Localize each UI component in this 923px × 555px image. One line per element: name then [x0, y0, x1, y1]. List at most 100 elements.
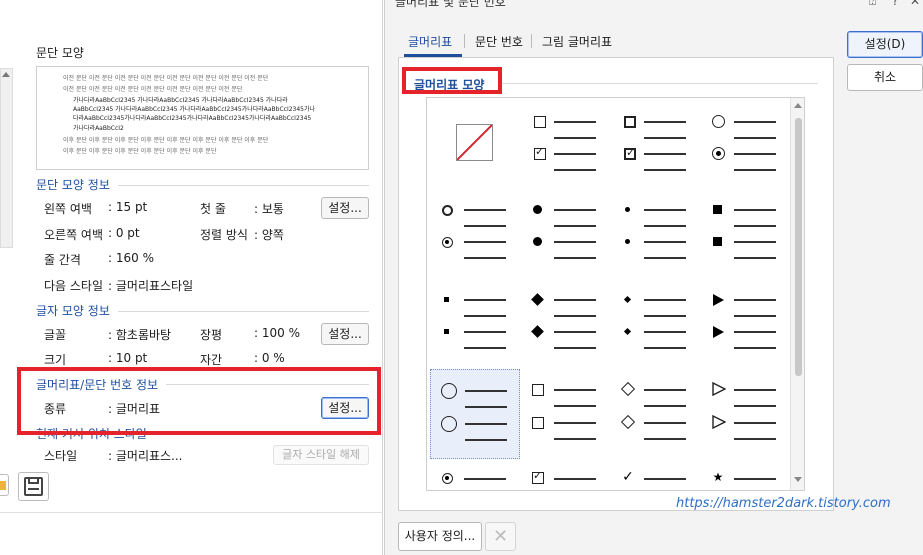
preview-line: 이후 문단 이후 문단 이후 문단 이후 문단 이후 문단 이후 문단 — [63, 148, 217, 155]
bullet-star[interactable]: ★ — [700, 462, 790, 490]
scroll-thumb[interactable] — [795, 118, 802, 376]
bullet-line — [464, 478, 506, 480]
ok-button[interactable]: 설정(D) — [847, 31, 923, 58]
delete-button[interactable]: ✕ — [485, 522, 516, 551]
divider — [498, 83, 818, 84]
line-spacing-label: 줄 간격 — [44, 253, 81, 267]
size-label: 크기 — [44, 353, 67, 367]
check-icon: ✓ — [622, 469, 634, 485]
tiny-square-icon — [444, 329, 449, 334]
bullet-none[interactable] — [430, 100, 520, 190]
char-settings-button[interactable]: 설정... — [321, 323, 369, 345]
square-icon — [713, 237, 722, 246]
bullet-checkbox[interactable]: ✓ — [520, 100, 610, 190]
diamond-icon — [531, 293, 544, 306]
diamond-icon — [531, 325, 544, 338]
scroll-up-icon[interactable] — [794, 103, 802, 108]
bullet-line — [464, 225, 506, 227]
folder-icon[interactable] — [0, 474, 9, 496]
bullet-line — [464, 241, 506, 243]
scroll-down-icon[interactable] — [794, 477, 802, 482]
left-margin-label: 왼쪽 여백 — [44, 202, 92, 216]
bullet-empty-square[interactable] — [520, 369, 610, 459]
right-margin-label: 오른쪽 여백 — [44, 228, 104, 242]
bullet-line — [554, 121, 596, 123]
cancel-button[interactable]: 취소 — [847, 64, 923, 91]
bullet-line — [734, 315, 776, 317]
bullet-diamond[interactable] — [520, 282, 610, 372]
bullet-line — [644, 169, 686, 171]
width-label: 장평 — [200, 328, 223, 342]
bullet-large-circle[interactable] — [430, 369, 520, 459]
bullet-empty-diamond[interactable] — [610, 369, 700, 459]
align-value: : 양쪽 — [254, 228, 284, 242]
bullet-grid: ✓ ✓ ✓ ✓ ★ — [426, 97, 805, 491]
bullet-line — [554, 225, 596, 227]
tab-separator — [464, 34, 465, 48]
left-bottom-line — [0, 512, 383, 513]
bullet-line — [734, 405, 776, 407]
para-settings-button[interactable]: 설정... — [321, 197, 369, 219]
bullet-checkbox-filled[interactable]: ✓ — [610, 100, 700, 190]
bullet-line — [644, 299, 686, 301]
save-icon[interactable] — [18, 472, 49, 501]
bullet-line — [554, 257, 596, 259]
no-bullet-slash — [457, 125, 492, 160]
bullet-line — [554, 422, 596, 424]
small-dot-icon — [625, 207, 630, 212]
bullet-small-diamond[interactable] — [610, 282, 700, 372]
bullet-line — [554, 438, 596, 440]
bullet-small-circle[interactable] — [430, 192, 520, 282]
bullet-line — [464, 347, 506, 349]
square-icon — [713, 205, 722, 214]
bullet-line — [734, 241, 776, 243]
bullet-line — [464, 257, 506, 259]
tab-bullet[interactable]: 글머리표 — [408, 33, 452, 50]
bullet-square[interactable] — [700, 192, 790, 282]
bullet-triangle[interactable] — [700, 282, 790, 372]
bullet-line — [644, 438, 686, 440]
bullet-line — [465, 423, 507, 425]
size-value: : 10 pt — [108, 351, 148, 365]
bullet-tiny-square[interactable] — [430, 282, 520, 372]
preview-line: AaBbCcI2345 가나다라AaBbCcI2345 가나다라AaBbCcI2… — [73, 106, 316, 113]
bullet-line — [644, 137, 686, 139]
next-style-value: : 글머리표스타일 — [108, 279, 194, 293]
left-scrollbar[interactable] — [0, 68, 13, 248]
triangle-icon — [713, 294, 724, 306]
small-dot-icon — [625, 239, 630, 244]
bullet-check-box[interactable]: ✓ — [520, 462, 610, 490]
bullet-check[interactable]: ✓ — [610, 462, 700, 490]
empty-triangle-icon — [712, 382, 726, 396]
font-label: 글꼴 — [44, 328, 67, 342]
custom-define-button[interactable]: 사용자 정의... — [398, 522, 482, 551]
tab-numbering[interactable]: 문단 번호 — [475, 33, 523, 50]
bullet-line — [644, 225, 686, 227]
bullet-small-dot[interactable] — [610, 192, 700, 282]
bullet-line — [554, 315, 596, 317]
bullet-shape-highlight — [402, 67, 502, 94]
close-icon[interactable]: ✕ — [910, 0, 920, 8]
bullet-empty-triangle[interactable] — [700, 369, 790, 459]
help-icon[interactable]: ⍰ — [869, 0, 876, 9]
bullet-circle-radio[interactable] — [700, 100, 790, 190]
checked-box-icon: ✓ — [532, 469, 544, 484]
bullet-line — [644, 241, 686, 243]
bullet-line — [734, 299, 776, 301]
tab-picture-bullet[interactable]: 그림 글머리표 — [542, 33, 612, 50]
line-spacing-value: : 160 % — [108, 251, 154, 265]
spacing-label: 자간 — [200, 353, 223, 367]
bullet-target[interactable] — [430, 462, 520, 490]
release-char-style-button[interactable]: 글자 스타일 해제 — [273, 445, 369, 465]
bullet-line — [554, 331, 596, 333]
scroll-up-icon[interactable] — [2, 72, 10, 77]
grid-scrollbar[interactable] — [790, 98, 804, 490]
bullet-large-dot[interactable] — [520, 192, 610, 282]
checked-box-icon: ✓ — [534, 145, 546, 160]
preview-line: 이전 문단 이전 문단 이전 문단 이전 문단 이전 문단 이전 문단 이전 문… — [63, 75, 269, 82]
circle-icon — [712, 115, 725, 128]
bullet-line — [644, 405, 686, 407]
question-icon[interactable]: ? — [892, 0, 898, 8]
bullet-line — [644, 315, 686, 317]
bullet-line — [734, 257, 776, 259]
